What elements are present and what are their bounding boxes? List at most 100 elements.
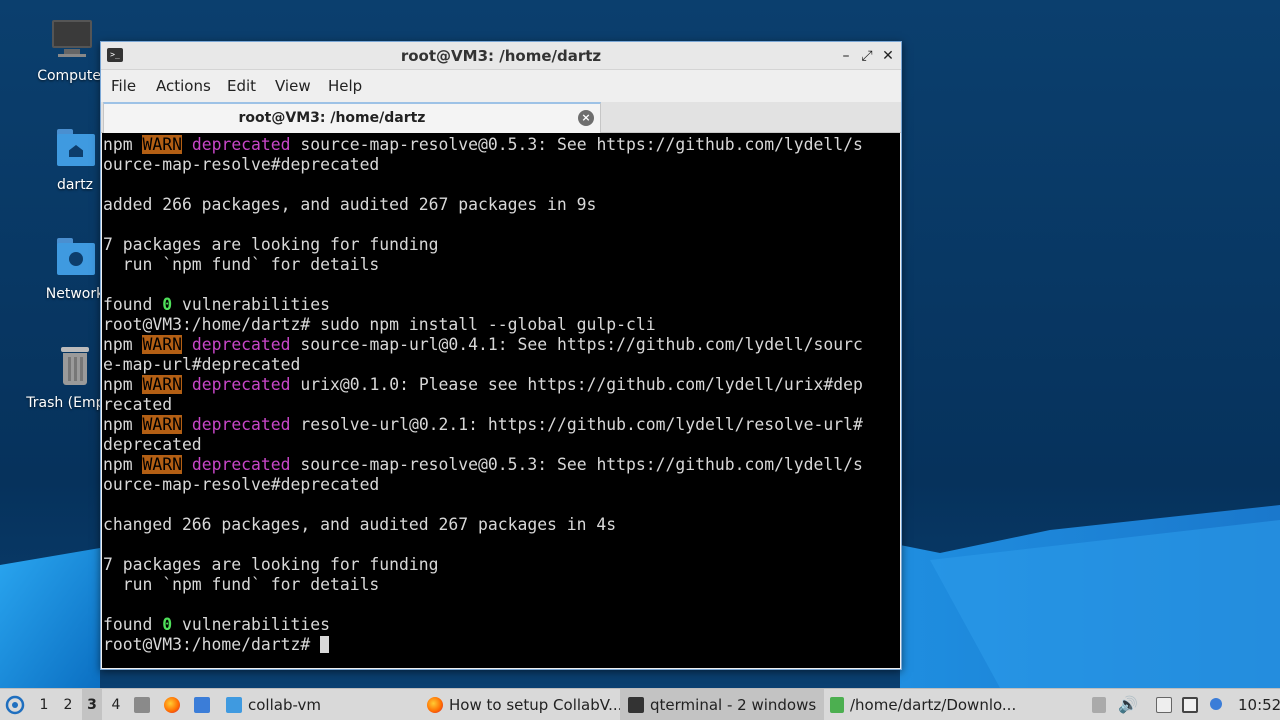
workspace-1[interactable]: 1 [34, 689, 54, 720]
terminal-text-segment: changed 266 packages, and audited 267 pa… [103, 515, 617, 534]
terminal-text-segment: root@VM3:/home/dartz# sudo npm install -… [103, 315, 656, 334]
terminal-text-segment: ource-map-resolve#deprecated [103, 155, 380, 174]
clock[interactable]: 10:52 [1238, 689, 1280, 720]
window-titlebar[interactable]: >_ root@VM3: /home/dartz – ⤢ ✕ [101, 42, 901, 70]
terminal-text-segment: run `npm fund` for details [103, 575, 380, 594]
terminal-line: recated [103, 395, 863, 415]
maximize-button[interactable]: ⤢ [858, 47, 876, 65]
terminal-text-segment: e-map-url#deprecated [103, 355, 301, 374]
warn-label: WARN [142, 135, 182, 154]
tab-label: root@VM3: /home/dartz [238, 110, 426, 126]
show-desktop-button[interactable] [134, 689, 154, 720]
folder-icon [226, 697, 242, 713]
deprecated-label: deprecated [191, 375, 291, 394]
workspace-4[interactable]: 4 [106, 689, 126, 720]
terminal-text-segment: vulnerabilities [172, 295, 330, 314]
terminal-text-segment: resolve-url@0.2.1: https://github.com/ly… [290, 415, 863, 434]
terminal-text: npm WARN deprecated source-map-resolve@0… [103, 135, 863, 655]
terminal-line: root@VM3:/home/dartz# [103, 635, 863, 655]
app-menu-button[interactable] [4, 689, 26, 720]
trash-icon [53, 345, 97, 389]
warn-label: WARN [142, 415, 182, 434]
terminal-cursor [320, 636, 330, 653]
terminal-line: ource-map-resolve#deprecated [103, 155, 863, 175]
terminal-text-segment: npm [103, 455, 143, 474]
firefox-icon [427, 697, 443, 713]
terminal-text-segment: found [103, 615, 163, 634]
terminal-text-segment: deprecated [103, 435, 202, 454]
workspace-2[interactable]: 2 [58, 689, 78, 720]
tab-close-icon[interactable]: × [578, 110, 594, 126]
terminal-text-segment: root@VM3:/home/dartz# [103, 635, 321, 654]
window-title: root@VM3: /home/dartz [400, 47, 602, 65]
desktop-icon [134, 697, 150, 713]
menu-actions[interactable]: Actions [156, 70, 211, 102]
minimize-button[interactable]: – [837, 47, 855, 65]
terminal-text-segment: npm [103, 375, 143, 394]
deprecated-label: deprecated [191, 415, 291, 434]
launch-firefox-button[interactable] [164, 689, 186, 720]
terminal-output[interactable]: npm WARN deprecated source-map-resolve@0… [102, 133, 900, 668]
task-archive[interactable]: /home/dartz/Downlo... [830, 689, 1016, 720]
terminal-line: added 266 packages, and audited 267 pack… [103, 195, 863, 215]
deprecated-label: deprecated [191, 335, 291, 354]
tab-terminal[interactable]: root@VM3: /home/dartz × [103, 102, 601, 133]
warn-label: WARN [142, 375, 182, 394]
tray-arrow-icon[interactable] [1092, 689, 1108, 720]
firefox-icon [164, 697, 180, 713]
notification-icon[interactable] [1210, 689, 1226, 720]
terminal-text-segment: source-map-resolve@0.5.3: See https://gi… [290, 135, 863, 154]
launch-filemanager-button[interactable] [194, 689, 216, 720]
task-label: How to setup CollabV... [449, 696, 623, 714]
terminal-text-segment: recated [103, 395, 173, 414]
tab-bar: root@VM3: /home/dartz × [101, 102, 901, 133]
terminal-icon [628, 697, 644, 713]
terminal-text-segment: 7 packages are looking for funding [103, 555, 439, 574]
terminal-line: 7 packages are looking for funding [103, 555, 863, 575]
menu-edit[interactable]: Edit [227, 70, 256, 102]
terminal-text-segment: added 266 packages, and audited 267 pack… [103, 195, 597, 214]
home-folder-icon [53, 127, 97, 171]
terminal-line: deprecated [103, 435, 863, 455]
warn-label: WARN [142, 335, 182, 354]
terminal-line: run `npm fund` for details [103, 575, 863, 595]
terminal-line: root@VM3:/home/dartz# sudo npm install -… [103, 315, 863, 335]
terminal-text-segment: 7 packages are looking for funding [103, 235, 439, 254]
taskbar: 1 2 3 4 collab-vm How to setup CollabV..… [0, 688, 1280, 720]
volume-icon[interactable]: 🔊 [1118, 689, 1138, 720]
menu-view[interactable]: View [275, 70, 311, 102]
terminal-line: 7 packages are looking for funding [103, 235, 863, 255]
terminal-text-segment: ource-map-resolve#deprecated [103, 475, 380, 494]
menu-file[interactable]: File [111, 70, 136, 102]
task-label: qterminal - 2 windows [650, 696, 817, 714]
terminal-text-segment: source-map-resolve@0.5.3: See https://gi… [290, 455, 863, 474]
clipboard-icon[interactable] [1156, 689, 1174, 720]
terminal-text-segment: npm [103, 335, 143, 354]
terminal-line: changed 266 packages, and audited 267 pa… [103, 515, 863, 535]
network-icon[interactable] [1182, 689, 1202, 720]
warn-label: WARN [142, 455, 182, 474]
task-firefox[interactable]: How to setup CollabV... [427, 689, 622, 720]
workspace-3[interactable]: 3 [82, 689, 102, 720]
terminal-line: npm WARN deprecated urix@0.1.0: Please s… [103, 375, 863, 395]
terminal-text-segment: urix@0.1.0: Please see https://github.co… [290, 375, 863, 394]
vulnerability-count: 0 [162, 615, 173, 634]
terminal-line: npm WARN deprecated source-map-url@0.4.1… [103, 335, 863, 355]
task-collab-vm[interactable]: collab-vm [226, 689, 321, 720]
menu-help[interactable]: Help [328, 70, 362, 102]
terminal-window[interactable]: >_ root@VM3: /home/dartz – ⤢ ✕ File Acti… [100, 41, 902, 670]
terminal-line: npm WARN deprecated source-map-resolve@0… [103, 455, 863, 475]
close-button[interactable]: ✕ [879, 47, 897, 65]
deprecated-label: deprecated [191, 135, 291, 154]
task-qterminal[interactable]: qterminal - 2 windows [620, 689, 825, 720]
